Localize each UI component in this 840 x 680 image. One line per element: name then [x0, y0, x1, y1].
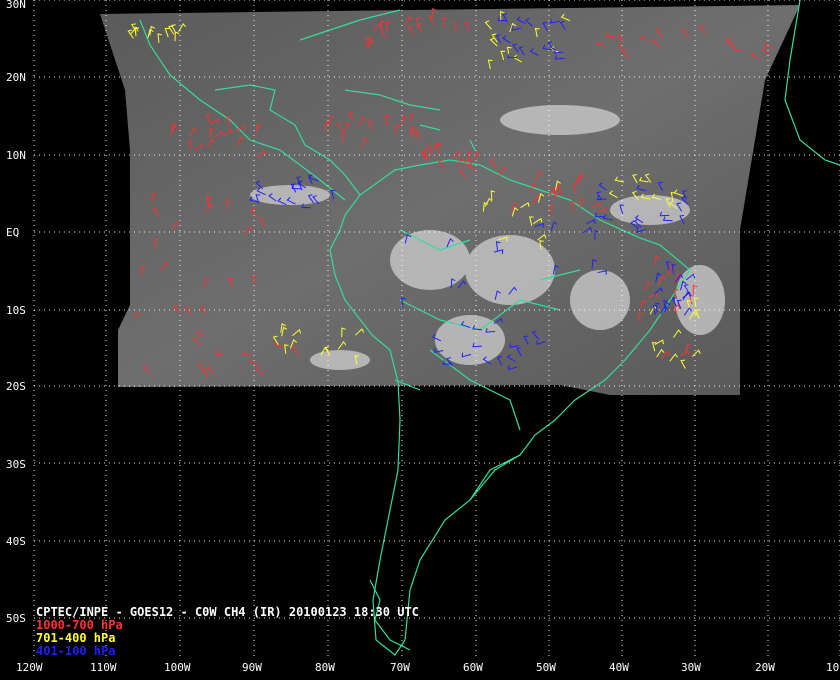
- lon-label-90w: 90W: [242, 661, 262, 674]
- legend-mid-level: 701-400 hPa: [36, 631, 116, 645]
- lon-label-20w: 20W: [755, 661, 775, 674]
- lon-label-110w: 110W: [90, 661, 117, 674]
- lon-label-100w: 100W: [164, 661, 191, 674]
- legend-high-level: 401-100 hPa: [36, 644, 116, 658]
- lat-label-10s: 10S: [6, 304, 26, 317]
- africa-coastline: [784, 0, 840, 166]
- legend-low-level: 1000-700 hPa: [36, 618, 123, 632]
- map-title: CPTEC/INPE - GOES12 - C0W CH4 (IR) 20100…: [36, 605, 419, 619]
- lat-label-40s: 40S: [6, 535, 26, 548]
- lon-label-40w: 40W: [609, 661, 629, 674]
- lat-label-50s: 50S: [6, 612, 26, 625]
- lat-label-30n: 30N: [6, 0, 26, 11]
- lon-label-60w: 60W: [463, 661, 483, 674]
- lon-label-120w: 120W: [16, 661, 43, 674]
- river-plate: [469, 454, 521, 501]
- lon-label-70w: 70W: [390, 661, 410, 674]
- lon-label-30w: 30W: [681, 661, 701, 674]
- lat-label-30s: 30S: [6, 458, 26, 471]
- lat-label-20n: 20N: [6, 71, 26, 84]
- lon-label-50w: 50W: [536, 661, 556, 674]
- lon-label-10: 10: [826, 661, 840, 674]
- lon-label-80w: 80W: [315, 661, 335, 674]
- lat-label-eq: EQ: [6, 226, 20, 239]
- lat-label-20s: 20S: [6, 380, 26, 393]
- lat-label-10n: 10N: [6, 149, 26, 162]
- satellite-wind-map: [33, 0, 840, 658]
